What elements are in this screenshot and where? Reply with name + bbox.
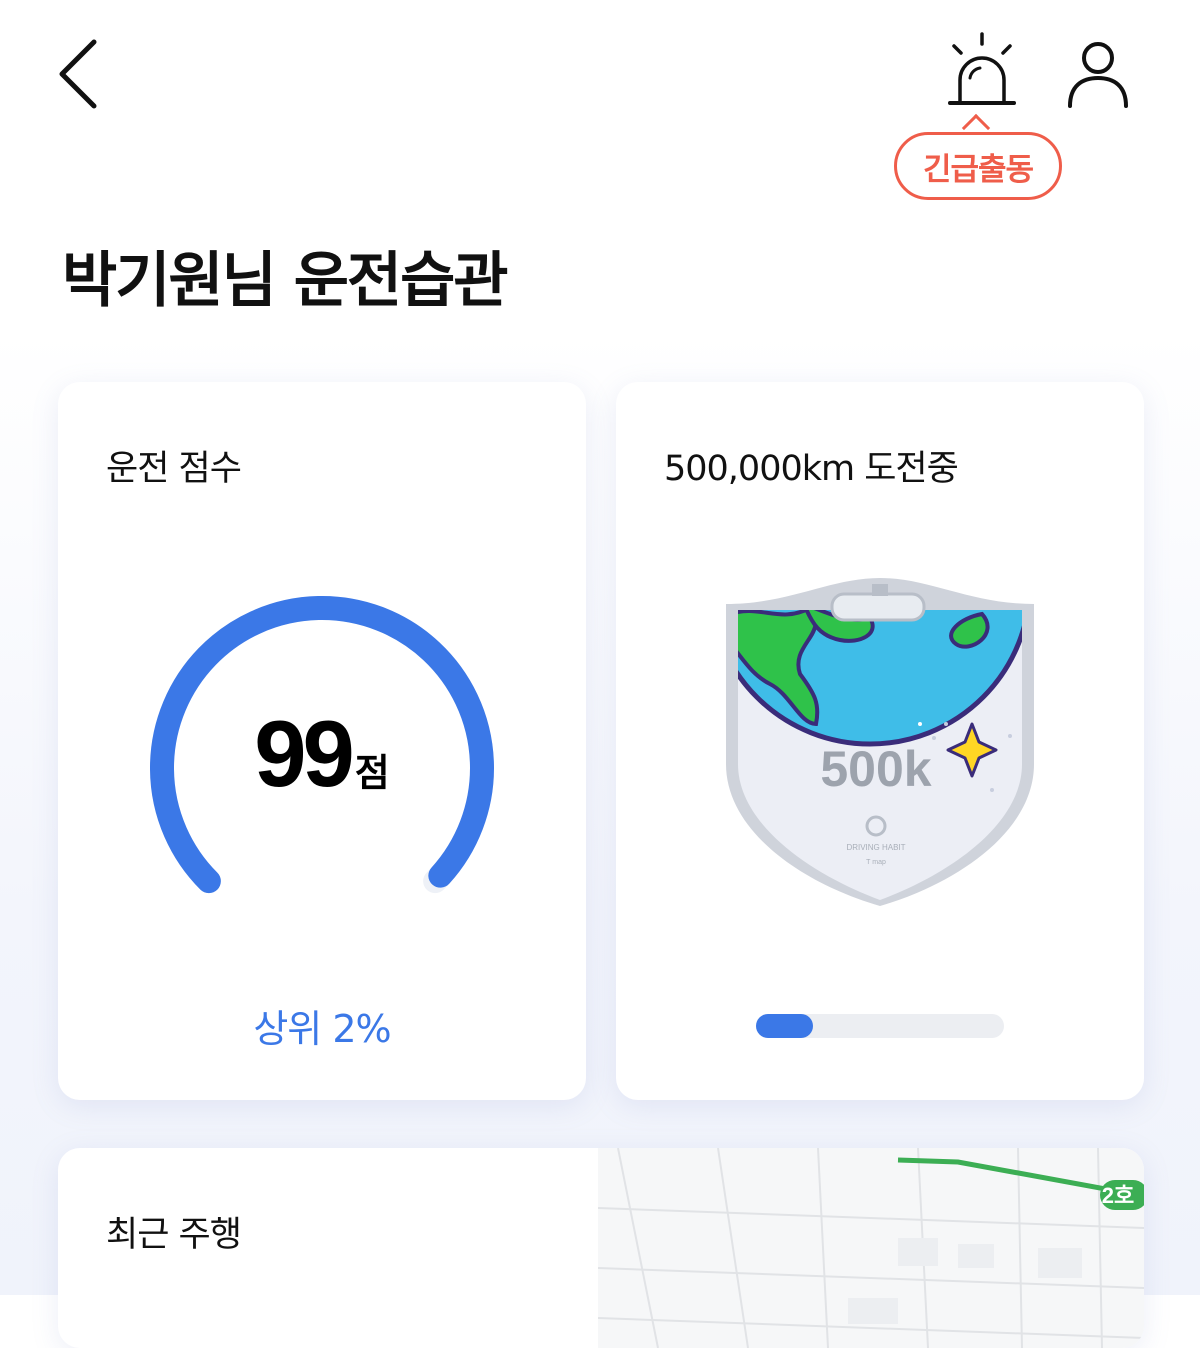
map-route-label: 2호 — [1102, 1183, 1134, 1208]
profile-button[interactable] — [1060, 36, 1136, 112]
siren-icon — [948, 32, 1016, 105]
badge-caption: DRIVING HABIT — [846, 843, 905, 852]
page-title: 박기원님 운전습관 — [62, 246, 508, 316]
emergency-tooltip[interactable]: 긴급출동 — [894, 132, 1062, 200]
driving-score-card[interactable]: 운전 점수 99 점 상위 2% — [58, 382, 586, 1100]
badge-text: 500k — [820, 741, 931, 797]
badge-subcaption: T map — [866, 859, 886, 866]
recent-card-title: 최근 주행 — [106, 1215, 242, 1255]
distance-challenge-card[interactable]: 500,000km 도전중 500k DRIVING HABIT T map — [616, 382, 1144, 1100]
score-number: 99 — [254, 701, 355, 806]
chevron-left-icon — [59, 39, 97, 109]
route-map-thumbnail: 2호 — [598, 1148, 1144, 1348]
challenge-progress-bar — [756, 1014, 1004, 1038]
challenge-progress-fill — [756, 1014, 814, 1038]
emergency-label: 긴급출동 — [922, 151, 1034, 188]
challenge-card-title: 500,000km 도전중 — [664, 449, 959, 489]
earth-badge-icon: 500k DRIVING HABIT T map — [726, 578, 1034, 906]
top-bar: 긴급출동 — [0, 0, 1200, 220]
rank-percentile: 상위 2% — [253, 1007, 391, 1051]
score-unit: 점 — [354, 753, 390, 795]
score-display: 99 점 — [58, 700, 586, 808]
back-button[interactable] — [48, 36, 112, 112]
user-icon — [1068, 42, 1128, 108]
emergency-siren-button[interactable] — [940, 28, 1024, 112]
recent-driving-card[interactable]: 2호 최근 주행 — [58, 1148, 1144, 1348]
score-card-title: 운전 점수 — [106, 449, 242, 489]
